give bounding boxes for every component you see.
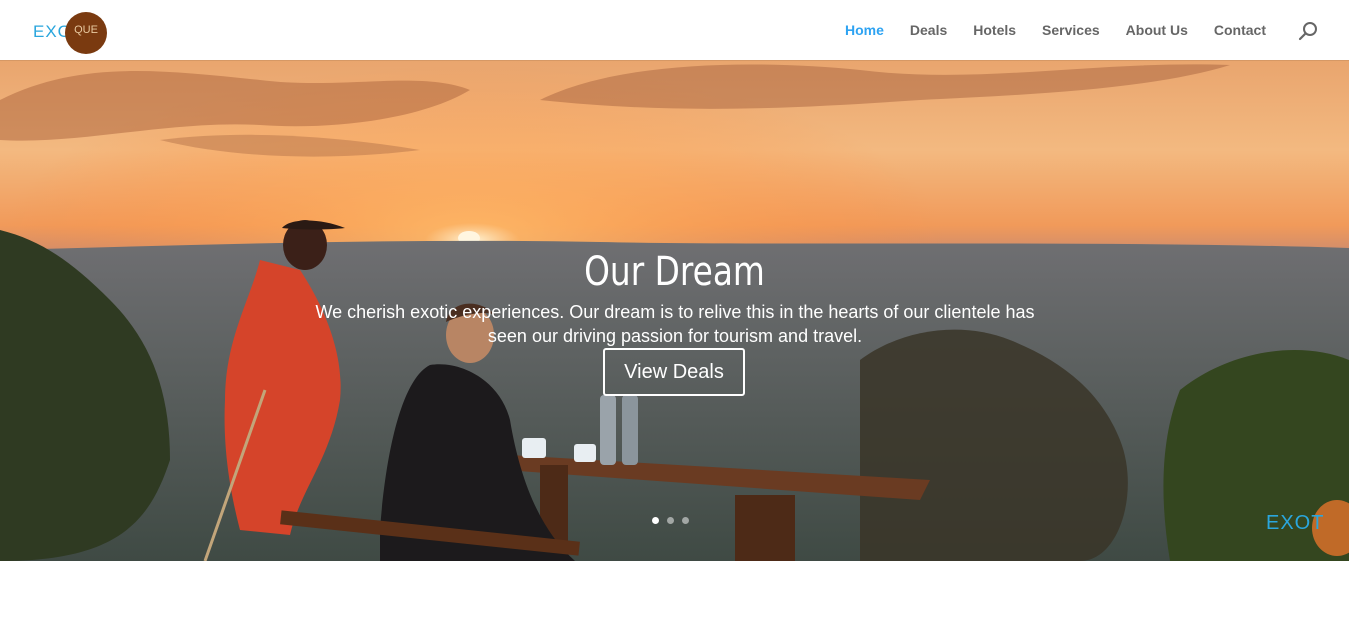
site-header: EXOT QUE Home Deals Hotels Services Abou…: [0, 0, 1349, 60]
hero-slider: Our Dream We cherish exotic experiences.…: [0, 60, 1349, 561]
hero-description: We cherish exotic experiences. Our dream…: [315, 302, 1035, 346]
slider-pagination: [652, 517, 689, 524]
nav-hotels[interactable]: Hotels: [960, 22, 1029, 38]
slider-dot-3[interactable]: [682, 517, 689, 524]
hero-title: Our Dream: [584, 248, 765, 295]
nav-about-us[interactable]: About Us: [1113, 22, 1201, 38]
watermark-logo: EXOT: [1266, 500, 1349, 560]
nav-contact[interactable]: Contact: [1201, 22, 1279, 38]
logo-emblem-text: QUE: [74, 24, 98, 36]
nav-services[interactable]: Services: [1029, 22, 1113, 38]
slider-dot-1[interactable]: [652, 517, 659, 524]
nav-deals[interactable]: Deals: [897, 22, 960, 38]
main-nav: Home Deals Hotels Services About Us Cont…: [832, 0, 1279, 60]
slider-dot-2[interactable]: [667, 517, 674, 524]
watermark-wordmark: EXOT: [1266, 512, 1325, 534]
view-deals-button[interactable]: View Deals: [603, 348, 745, 396]
site-logo[interactable]: EXOT QUE: [33, 10, 113, 54]
nav-home[interactable]: Home: [832, 22, 897, 38]
search-icon[interactable]: [1298, 20, 1320, 42]
logo-emblem: QUE: [65, 12, 107, 54]
